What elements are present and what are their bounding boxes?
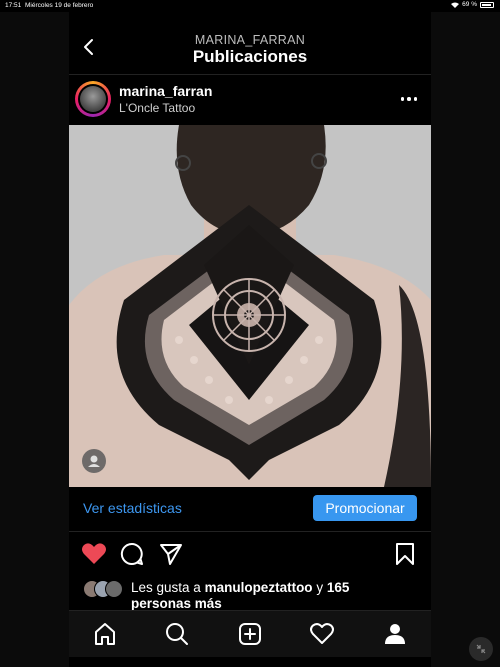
avatar[interactable] [78, 84, 108, 114]
top-navigation: MARINA_FARRAN Publicaciones [69, 12, 431, 75]
bottom-tab-bar [69, 610, 431, 657]
nav-subtitle: MARINA_FARRAN [194, 33, 306, 47]
tattoo-photo [69, 125, 431, 487]
user-icon [88, 455, 100, 467]
send-icon[interactable] [159, 542, 183, 566]
more-horizontal-icon[interactable] [400, 97, 417, 101]
likes-prefix: Les gusta a [131, 580, 205, 595]
likes-suffix[interactable]: personas más [131, 596, 222, 611]
status-right: 69 % [451, 1, 494, 8]
activity-heart-icon[interactable] [310, 622, 334, 646]
page-title: Publicaciones [192, 47, 308, 66]
liker-avatar [105, 580, 123, 598]
bookmark-icon[interactable] [394, 542, 416, 566]
post-actions [69, 536, 431, 576]
story-ring[interactable] [75, 81, 111, 117]
add-icon[interactable] [238, 622, 262, 646]
comment-icon[interactable] [120, 542, 144, 566]
status-time: 17:51 [5, 2, 22, 9]
status-date: Miércoles 19 de febrero [25, 2, 94, 9]
view-insights-link[interactable]: Ver estadísticas [83, 500, 182, 516]
avatar-image [80, 86, 106, 112]
post-header: marina_farran L'Oncle Tattoo [69, 75, 431, 125]
post-location[interactable]: L'Oncle Tattoo [119, 101, 195, 115]
likes-middle: y [312, 580, 327, 595]
post-image[interactable] [69, 125, 431, 487]
heart-filled-icon[interactable] [81, 542, 107, 566]
post-username[interactable]: marina_farran [119, 83, 212, 99]
battery-icon [480, 1, 494, 8]
tagged-users-button[interactable] [82, 449, 106, 473]
home-icon[interactable] [93, 622, 117, 646]
promote-button[interactable]: Promocionar [313, 495, 417, 521]
profile-icon[interactable] [383, 622, 407, 646]
liker-avatars[interactable] [83, 580, 127, 598]
instagram-app: MARINA_FARRAN Publicaciones marina_farra… [69, 12, 431, 657]
search-icon[interactable] [165, 622, 189, 646]
collapse-button[interactable] [469, 637, 493, 661]
collapse-arrows-icon [476, 644, 486, 654]
battery-percent: 69 % [462, 1, 477, 8]
liker-username[interactable]: manulopeztattoo [205, 580, 313, 595]
wifi-icon [451, 2, 460, 8]
likes-text[interactable]: Les gusta a manulopeztattoo y 165 persona… [131, 580, 421, 612]
insights-bar: Ver estadísticas Promocionar [69, 487, 431, 532]
letterbox-left [0, 12, 69, 667]
status-bar: 17:51 Miércoles 19 de febrero 69 % [0, 0, 500, 12]
letterbox-right [431, 12, 500, 667]
likes-count[interactable]: 165 [327, 580, 350, 595]
